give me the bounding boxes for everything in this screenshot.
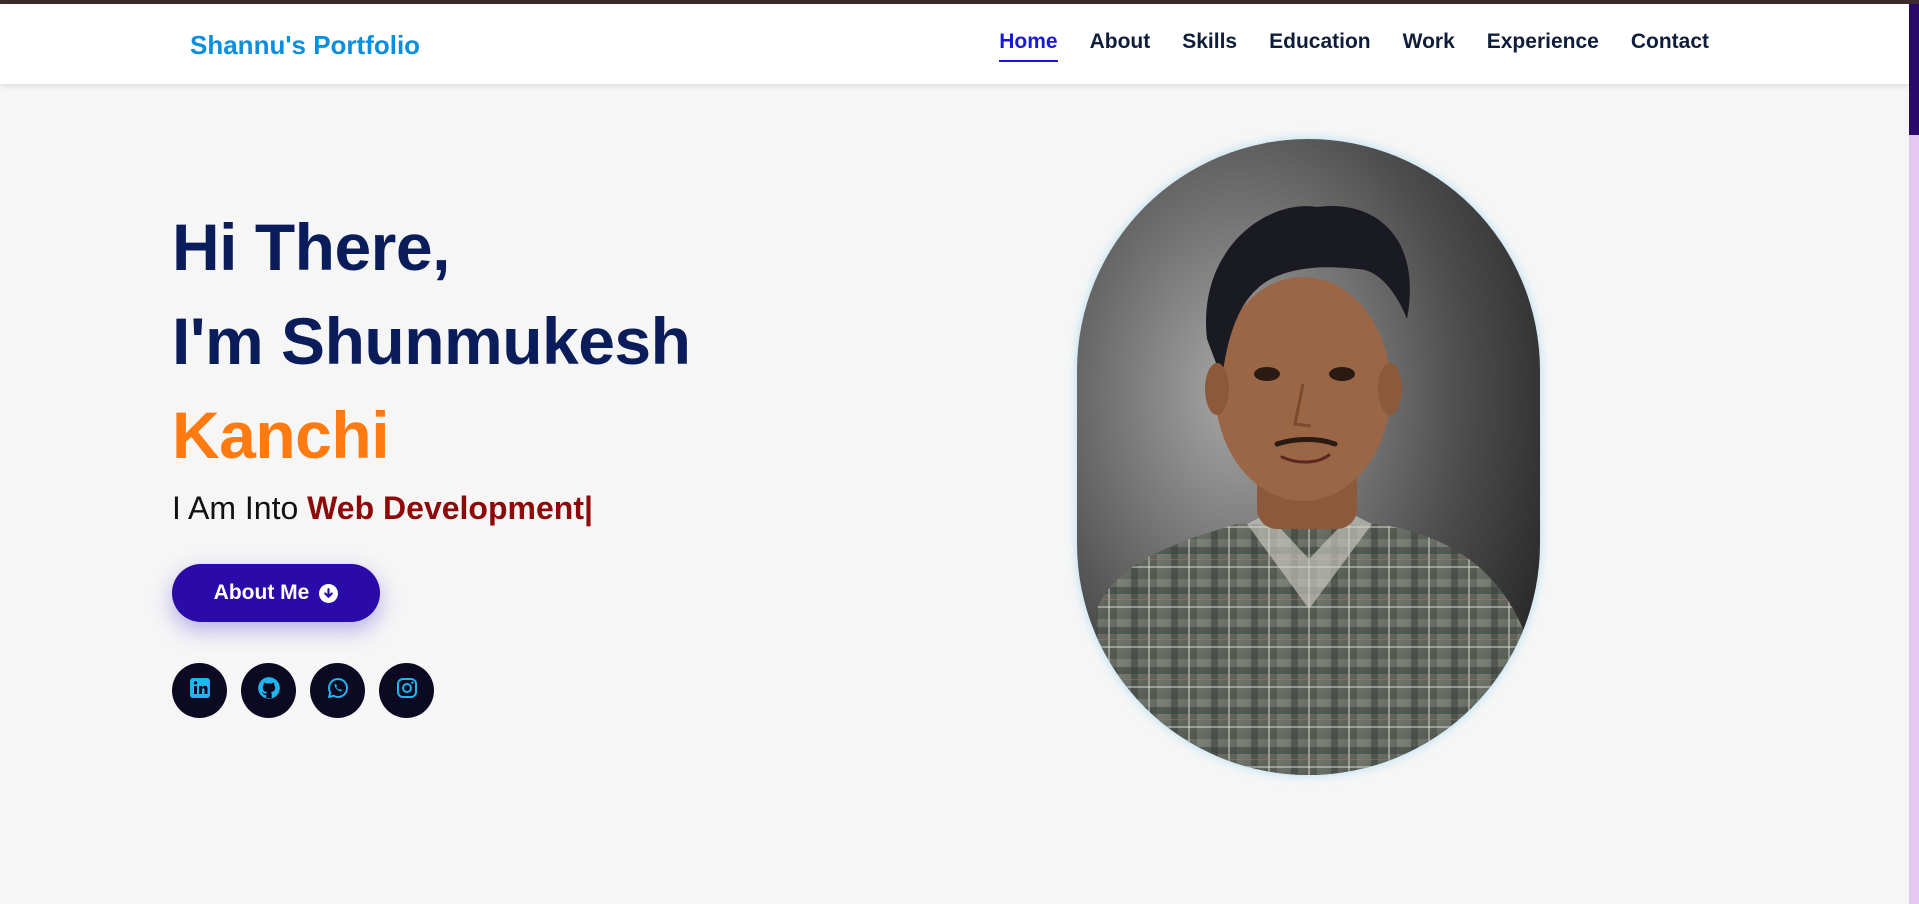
- instagram-icon: [395, 676, 419, 705]
- hero-heading: Hi There, I'm Shunmukesh Kanchi: [172, 200, 691, 482]
- profile-photo: [1077, 139, 1540, 775]
- site-logo[interactable]: Shannu's Portfolio: [190, 30, 420, 61]
- nav-experience[interactable]: Experience: [1487, 30, 1599, 62]
- about-me-button[interactable]: About Me: [172, 564, 380, 622]
- main-nav: Home About Skills Education Work Experie…: [999, 30, 1709, 62]
- navbar: Shannu's Portfolio Home About Skills Edu…: [0, 4, 1909, 84]
- linkedin-link[interactable]: [172, 663, 227, 718]
- hero-tagline: I Am Into Web Development|: [172, 490, 593, 527]
- hero-intro: I'm Shunmukesh: [172, 304, 691, 378]
- hero-name: Kanchi: [172, 398, 390, 472]
- tagline-prefix: I Am Into: [172, 490, 308, 526]
- whatsapp-icon: [326, 676, 350, 705]
- github-icon: [256, 675, 282, 706]
- nav-contact[interactable]: Contact: [1631, 30, 1709, 62]
- hero-greeting: Hi There,: [172, 210, 450, 284]
- instagram-link[interactable]: [379, 663, 434, 718]
- social-links: [172, 663, 434, 718]
- github-link[interactable]: [241, 663, 296, 718]
- nav-education[interactable]: Education: [1269, 30, 1371, 62]
- scrollbar-thumb[interactable]: [1909, 4, 1919, 135]
- nav-skills[interactable]: Skills: [1182, 30, 1237, 62]
- about-me-label: About Me: [213, 581, 310, 604]
- linkedin-icon: [188, 676, 212, 705]
- nav-home[interactable]: Home: [999, 30, 1058, 62]
- nav-about[interactable]: About: [1090, 30, 1151, 62]
- nav-work[interactable]: Work: [1403, 30, 1455, 62]
- typing-cursor: |: [583, 490, 593, 526]
- arrow-circle-down-icon: [319, 583, 339, 603]
- scrollbar-track[interactable]: [1909, 4, 1919, 904]
- tagline-typed-text: Web Development: [307, 490, 584, 526]
- whatsapp-link[interactable]: [310, 663, 365, 718]
